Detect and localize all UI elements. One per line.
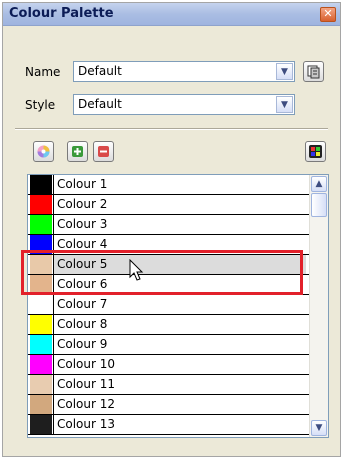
- style-dropdown-value: Default: [78, 97, 122, 111]
- add-colour-icon: [72, 146, 83, 157]
- colour-row[interactable]: Colour 12: [28, 395, 309, 415]
- colour-row[interactable]: Colour 7: [28, 295, 309, 315]
- remove-colour-button[interactable]: [93, 141, 114, 162]
- colour-row-label: Colour 8: [53, 315, 306, 334]
- chevron-down-icon[interactable]: ▼: [276, 96, 293, 113]
- colour-swatch[interactable]: [30, 355, 52, 374]
- colour-row[interactable]: Colour 8: [28, 315, 309, 335]
- selection-highlight-box: [21, 250, 303, 295]
- colour-row-label: Colour 12: [53, 395, 306, 414]
- colour-row-label: Colour 11: [53, 375, 306, 394]
- colour-list[interactable]: Colour 1 Colour 2 Colour 3 Colour 4 Colour 5…: [27, 174, 329, 438]
- colour-swatch[interactable]: [30, 415, 52, 434]
- browse-palette-icon: [307, 65, 320, 79]
- colour-swatch[interactable]: [30, 335, 52, 354]
- colour-row[interactable]: Colour 9: [28, 335, 309, 355]
- colour-swatch[interactable]: [30, 375, 52, 394]
- colour-row-label: Colour 7: [53, 295, 306, 314]
- style-label: Style: [25, 98, 56, 112]
- colour-swatch[interactable]: [30, 215, 52, 234]
- colour-row-label: Colour 1: [53, 175, 306, 194]
- close-button[interactable]: ✕: [320, 7, 336, 22]
- remove-colour-icon: [98, 146, 109, 157]
- mouse-cursor-icon: [129, 259, 144, 281]
- chevron-down-icon[interactable]: ▼: [276, 63, 293, 80]
- colour-row[interactable]: Colour 2: [28, 195, 309, 215]
- name-label: Name: [25, 65, 61, 79]
- style-dropdown[interactable]: Default ▼: [73, 94, 295, 115]
- colour-row[interactable]: Colour 11: [28, 375, 309, 395]
- colour-row-label: Colour 3: [53, 215, 306, 234]
- scroll-up-button[interactable]: ▲: [311, 176, 327, 192]
- add-colour-button[interactable]: [67, 141, 88, 162]
- palette-grid-icon: [309, 145, 322, 158]
- vertical-scrollbar[interactable]: ▲ ▼: [309, 175, 328, 437]
- colour-swatch[interactable]: [30, 175, 52, 194]
- colour-swatch[interactable]: [30, 315, 52, 334]
- colour-row[interactable]: Colour 13: [28, 415, 309, 435]
- colour-swatch[interactable]: [30, 295, 52, 314]
- color-wheel-icon: [37, 145, 50, 158]
- colour-row[interactable]: Colour 1: [28, 175, 309, 195]
- colour-row-label: Colour 13: [53, 415, 306, 434]
- colour-palette-window: Colour Palette ✕ Name Default ▼ Style De…: [2, 2, 341, 457]
- browse-palette-button[interactable]: [303, 61, 324, 82]
- separator: [15, 128, 328, 130]
- colour-row[interactable]: Colour 3: [28, 215, 309, 235]
- name-dropdown[interactable]: Default ▼: [73, 61, 295, 82]
- palette-view-button[interactable]: [305, 141, 326, 162]
- colour-row-label: Colour 2: [53, 195, 306, 214]
- title-bar: Colour Palette ✕: [3, 3, 340, 26]
- name-dropdown-value: Default: [78, 64, 122, 78]
- panel-title: Colour Palette: [9, 6, 114, 21]
- colour-row-label: Colour 9: [53, 335, 306, 354]
- scroll-down-button[interactable]: ▼: [311, 420, 327, 436]
- colour-row[interactable]: Colour 10: [28, 355, 309, 375]
- colour-swatch[interactable]: [30, 195, 52, 214]
- colour-swatch[interactable]: [30, 395, 52, 414]
- scroll-thumb[interactable]: [311, 193, 327, 217]
- colour-row-label: Colour 10: [53, 355, 306, 374]
- colour-wheel-button[interactable]: [33, 141, 54, 162]
